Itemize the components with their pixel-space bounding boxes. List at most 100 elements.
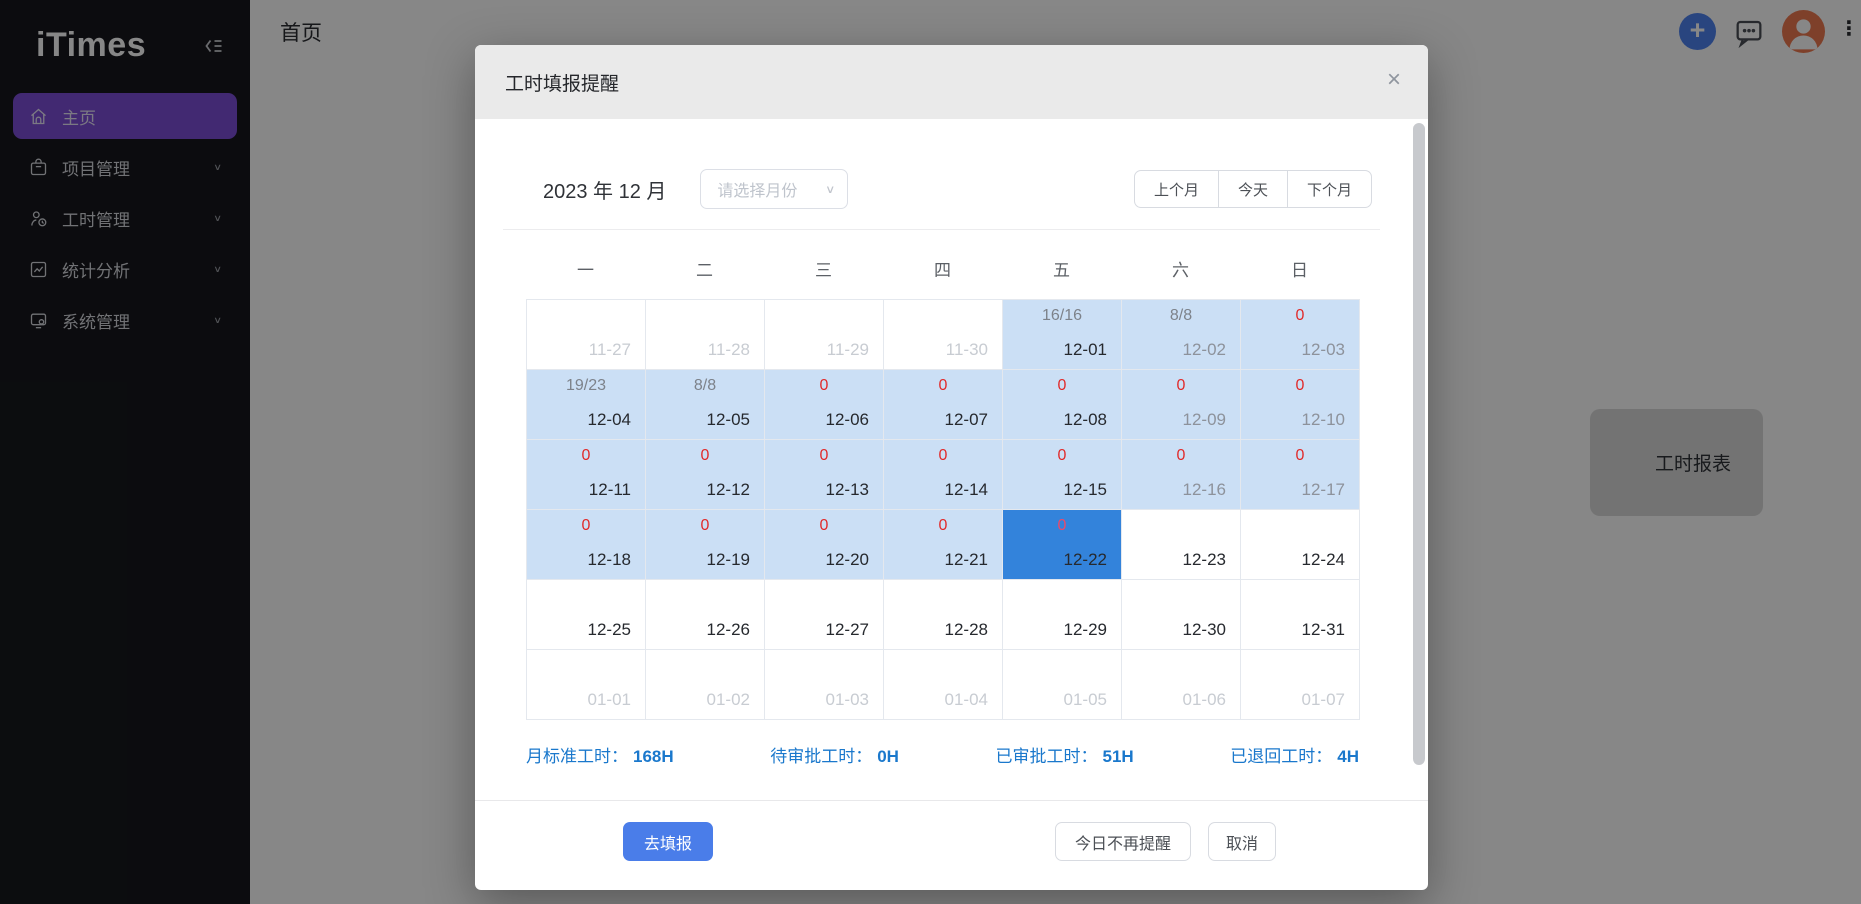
calendar-cell-12-02[interactable]: 8/8 12-02 (1122, 300, 1241, 370)
go-fill-button[interactable]: 去填报 (623, 822, 714, 861)
calendar-cell-12-15[interactable]: 0 12-15 (1003, 440, 1122, 510)
cell-hours-value: 0 (1176, 377, 1186, 394)
cell-date-label: 11-30 (945, 340, 988, 359)
prev-month-button[interactable]: 上个月 (1133, 170, 1219, 208)
cell-hours-value (527, 587, 645, 606)
calendar-cell-11-30[interactable]: 11-30 (884, 300, 1003, 370)
cell-date-label: 12-21 (944, 550, 988, 569)
calendar-cell-12-26[interactable]: 12-26 (646, 580, 765, 650)
cell-date-label: 12-10 (1301, 410, 1345, 429)
cell-hours-value (884, 587, 1002, 606)
cell-date-label: 12-24 (1301, 550, 1345, 569)
calendar-cell-12-09[interactable]: 0 12-09 (1122, 370, 1241, 440)
cell-date-label: 12-26 (706, 620, 750, 639)
stat-value: 0H (877, 747, 899, 766)
cell-hours-value (1241, 517, 1359, 536)
calendar-cell-12-12[interactable]: 0 12-12 (646, 440, 765, 510)
calendar-cell-12-24[interactable]: 12-24 (1241, 510, 1360, 580)
cell-date-label: 01-01 (587, 690, 631, 709)
stat-item: 待审批工时： 0H (770, 742, 899, 767)
calendar-cell-12-08[interactable]: 0 12-08 (1003, 370, 1122, 440)
calendar-cell-12-01[interactable]: 16/16 12-01 (1003, 300, 1122, 370)
current-month-label: 2023 年 12 月 (543, 180, 667, 203)
cell-date-label: 12-13 (825, 480, 869, 499)
calendar-cell-11-27[interactable]: 11-27 (527, 300, 646, 370)
stat-label: 月标准工时： (526, 747, 628, 766)
cell-hours-value (646, 657, 764, 676)
calendar-cell-12-17[interactable]: 0 12-17 (1241, 440, 1360, 510)
cell-hours-value: 0 (581, 517, 591, 534)
weekday-label: 五 (1053, 261, 1070, 280)
calendar-cell-12-10[interactable]: 0 12-10 (1241, 370, 1360, 440)
calendar-cell-12-20[interactable]: 0 12-20 (765, 510, 884, 580)
calendar-cell-12-14[interactable]: 0 12-14 (884, 440, 1003, 510)
cell-hours-value: 0 (581, 447, 591, 464)
cell-hours-value (765, 307, 883, 326)
calendar-cell-12-06[interactable]: 0 12-06 (765, 370, 884, 440)
stat-item: 已审批工时： 51H (996, 742, 1134, 767)
calendar-cell-12-31[interactable]: 12-31 (1241, 580, 1360, 650)
cell-hours-value: 0 (1295, 447, 1305, 464)
calendar-cell-01-01[interactable]: 01-01 (527, 650, 646, 720)
calendar-cell-01-06[interactable]: 01-06 (1122, 650, 1241, 720)
close-icon[interactable]: × (1387, 68, 1401, 92)
calendar-cell-12-16[interactable]: 0 12-16 (1122, 440, 1241, 510)
cell-hours-value: 0 (700, 447, 710, 464)
cell-hours-value: 0 (1295, 307, 1305, 324)
calendar-cell-12-30[interactable]: 12-30 (1122, 580, 1241, 650)
calendar-cell-12-25[interactable]: 12-25 (527, 580, 646, 650)
dialog-header: 工时填报提醒 (475, 45, 1428, 119)
calendar-cell-12-28[interactable]: 12-28 (884, 580, 1003, 650)
cell-hours-value (527, 307, 645, 326)
cell-hours-value (765, 657, 883, 676)
cell-hours-value: 0 (938, 447, 948, 464)
calendar-cell-01-04[interactable]: 01-04 (884, 650, 1003, 720)
calendar-cell-12-23[interactable]: 12-23 (1122, 510, 1241, 580)
calendar-cell-01-02[interactable]: 01-02 (646, 650, 765, 720)
cell-hours-value (884, 307, 1002, 326)
cancel-button[interactable]: 取消 (1208, 822, 1277, 861)
calendar-cell-12-19[interactable]: 0 12-19 (646, 510, 765, 580)
cell-date-label: 12-07 (944, 410, 988, 429)
no-remind-today-button[interactable]: 今日不再提醒 (1055, 822, 1192, 861)
cell-date-label: 12-25 (587, 620, 631, 639)
month-select[interactable]: 请选择月份 ∨ (700, 169, 849, 209)
cell-date-label: 12-14 (944, 480, 988, 499)
calendar-cell-12-05[interactable]: 8/8 12-05 (646, 370, 765, 440)
cell-hours-value: 8/8 (693, 377, 717, 394)
cell-hours-value (1122, 587, 1240, 606)
cell-hours-value: 0 (1057, 447, 1067, 464)
weekday-label: 一 (577, 261, 594, 280)
cell-hours-value: 0 (819, 517, 829, 534)
scrollbar-thumb[interactable] (1413, 123, 1425, 765)
cell-hours-value (646, 307, 764, 326)
calendar-cell-01-07[interactable]: 01-07 (1241, 650, 1360, 720)
next-month-button[interactable]: 下个月 (1287, 170, 1372, 208)
weekday-label: 日 (1291, 261, 1308, 280)
cell-hours-value (527, 657, 645, 676)
cell-date-label: 12-12 (706, 480, 750, 499)
calendar-cell-11-28[interactable]: 11-28 (646, 300, 765, 370)
calendar-cell-12-04[interactable]: 19/23 12-04 (527, 370, 646, 440)
calendar-cell-11-29[interactable]: 11-29 (765, 300, 884, 370)
calendar-cell-12-18[interactable]: 0 12-18 (527, 510, 646, 580)
stat-item: 已退回工时： 4H (1230, 742, 1359, 767)
calendar-cell-12-27[interactable]: 12-27 (765, 580, 884, 650)
cell-hours-value: 0 (700, 517, 710, 534)
calendar-cell-12-21[interactable]: 0 12-21 (884, 510, 1003, 580)
calendar-cell-12-13[interactable]: 0 12-13 (765, 440, 884, 510)
calendar-grid: 11-27 11-28 11-29 11-30 16/16 12-01 8/8 12-02 0 1… (526, 299, 1360, 720)
calendar-cell-12-22[interactable]: 0 12-22 (1003, 510, 1122, 580)
cell-date-label: 12-16 (1182, 480, 1226, 499)
today-button[interactable]: 今天 (1218, 170, 1288, 208)
calendar-cell-01-05[interactable]: 01-05 (1003, 650, 1122, 720)
calendar-cell-12-29[interactable]: 12-29 (1003, 580, 1122, 650)
cell-hours-value: 0 (819, 377, 829, 394)
cell-hours-value (1003, 657, 1121, 676)
calendar-cell-12-11[interactable]: 0 12-11 (527, 440, 646, 510)
calendar-cell-12-03[interactable]: 0 12-03 (1241, 300, 1360, 370)
weekday-label: 二 (696, 261, 713, 280)
cell-date-label: 12-20 (825, 550, 869, 569)
calendar-cell-12-07[interactable]: 0 12-07 (884, 370, 1003, 440)
calendar-cell-01-03[interactable]: 01-03 (765, 650, 884, 720)
